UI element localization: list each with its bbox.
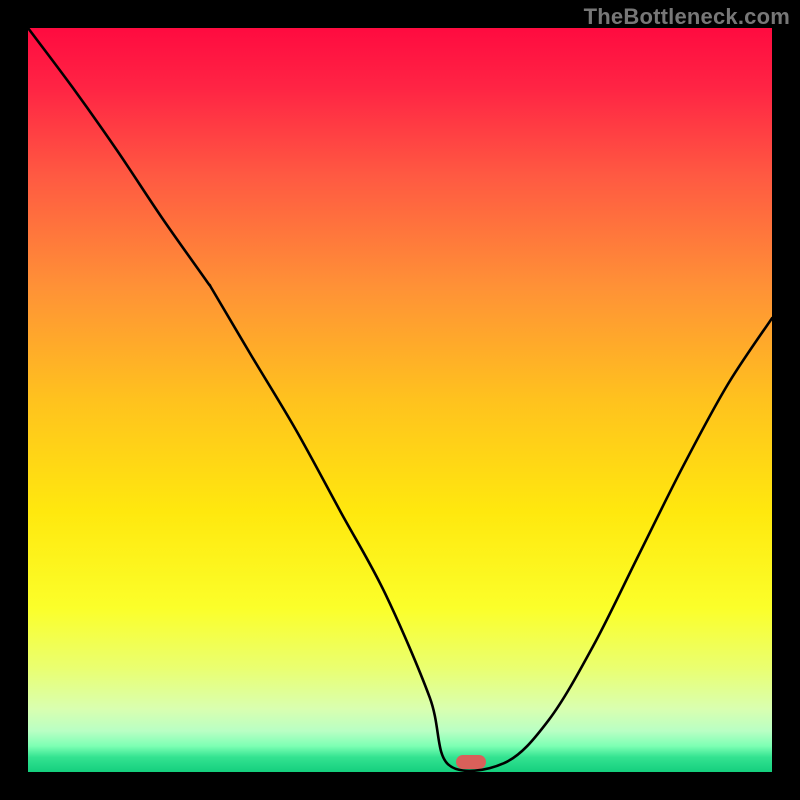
curve-layer	[28, 28, 772, 772]
plot-area	[28, 28, 772, 772]
bottleneck-curve	[28, 28, 772, 771]
watermark-text: TheBottleneck.com	[584, 4, 790, 30]
chart-frame: TheBottleneck.com	[0, 0, 800, 800]
